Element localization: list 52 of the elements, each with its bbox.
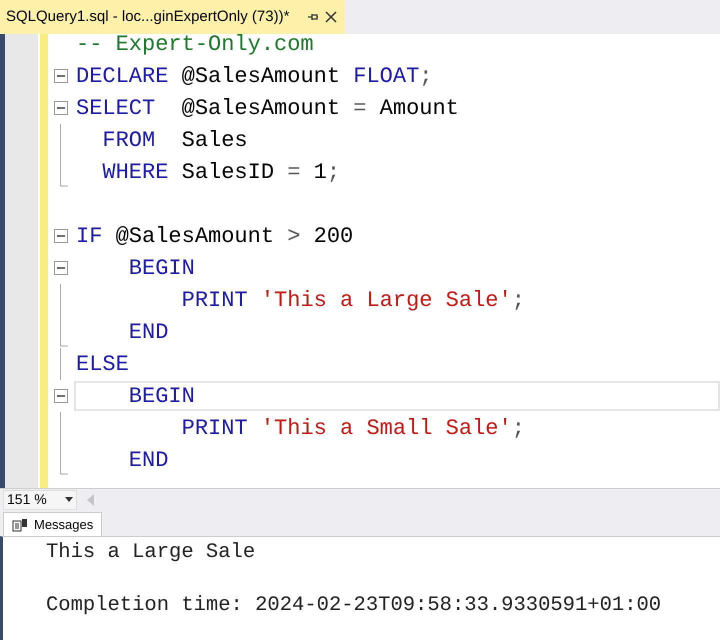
code-text: Sales [180, 126, 248, 154]
collapse-icon[interactable] [54, 101, 68, 115]
collapse-icon[interactable] [54, 69, 68, 83]
pin-icon[interactable] [307, 11, 319, 23]
operator: ; [419, 62, 432, 90]
tab-title: SQLQuery1.sql - loc...ginExpertOnly (73))* [6, 6, 290, 27]
fold-end-line [60, 444, 68, 476]
operator: > [287, 222, 300, 250]
code-text: @SalesAmount [114, 222, 276, 250]
keyword: PRINT [180, 414, 249, 442]
string-literal: 'This a Large Sale' [260, 286, 512, 314]
code-text: @SalesAmount [180, 62, 342, 90]
caret-icon [65, 497, 73, 502]
messages-icon [12, 518, 28, 532]
string-literal: 'This a Small Sale' [260, 414, 512, 442]
fold-end-line [60, 156, 68, 188]
zoom-dropdown[interactable]: 151 % [3, 490, 77, 510]
fold-line [60, 284, 62, 316]
keyword: ELSE [76, 350, 129, 378]
keyword: END [128, 318, 168, 346]
fold-end-line [60, 316, 68, 348]
document-tab[interactable]: SQLQuery1.sql - loc...ginExpertOnly (73))* [0, 0, 345, 34]
code-text: 1 [312, 158, 327, 186]
messages-tab[interactable]: Messages [3, 512, 102, 536]
operator: ; [512, 414, 525, 442]
keyword: SELECT [76, 94, 156, 122]
operator: = [287, 158, 300, 186]
collapse-icon[interactable] [54, 261, 68, 275]
fold-line [60, 412, 62, 444]
operator: ; [512, 286, 525, 314]
operator: = [353, 94, 366, 122]
close-icon[interactable] [325, 11, 337, 23]
code-text: 200 [312, 222, 354, 250]
keyword: FROM [101, 126, 156, 154]
keyword: FLOAT [353, 62, 420, 90]
code-text: @SalesAmount [180, 94, 342, 122]
output-line: This a Large Sale [46, 540, 256, 564]
keyword: PRINT [180, 286, 249, 314]
keyword: BEGIN [128, 382, 195, 410]
fold-line [60, 124, 62, 156]
keyword: WHERE [101, 158, 168, 186]
keyword: DECLARE [76, 62, 168, 90]
code-text: SalesID [180, 158, 276, 186]
keyword: BEGIN [128, 254, 195, 282]
operator: ; [326, 158, 340, 186]
keyword: END [128, 446, 168, 474]
code-text: Amount [378, 94, 459, 122]
output-line: Completion time: 2024-02-23T09:58:33.9330591+01:00 [46, 593, 662, 617]
collapse-icon[interactable] [54, 389, 68, 403]
fold-line [60, 348, 62, 380]
collapse-icon[interactable] [54, 229, 68, 243]
keyword: IF [76, 222, 102, 250]
